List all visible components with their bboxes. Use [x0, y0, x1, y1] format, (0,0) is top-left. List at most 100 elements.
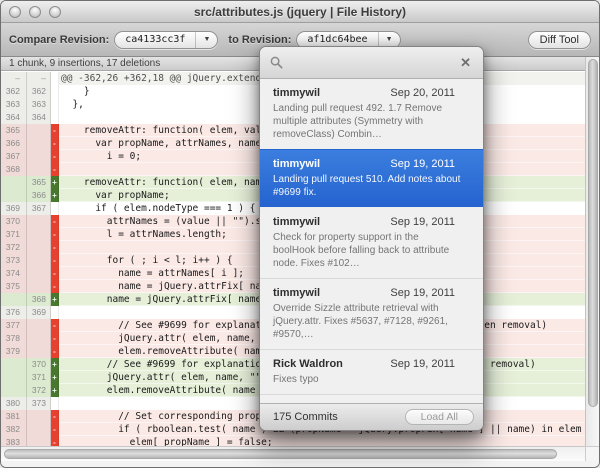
change-marker — [51, 111, 59, 124]
horizontal-scrollbar-thumb[interactable] — [4, 449, 557, 459]
commit-list-item[interactable]: timmywil Sep 19, 2011 Landing pull reque… — [260, 149, 483, 207]
old-line-number: 380 — [1, 397, 27, 410]
commit-message: Override Sizzle attribute retrieval with… — [273, 303, 448, 340]
minimize-window-button[interactable] — [29, 6, 41, 18]
old-line-number: 373 — [1, 254, 27, 267]
change-marker: - — [51, 150, 59, 163]
old-line-number — [1, 176, 27, 189]
old-line-number: 372 — [1, 241, 27, 254]
scrollbar-corner — [585, 446, 599, 461]
popup-search-bar: ✕ — [260, 47, 483, 79]
new-line-number — [27, 423, 51, 436]
new-line-number: 371 — [27, 371, 51, 384]
new-line-number: 366 — [27, 189, 51, 202]
change-marker — [51, 98, 59, 111]
change-marker: - — [51, 163, 59, 176]
commit-list-item[interactable]: Rick Waldron Sep 19, 2011 Add notes abou… — [260, 394, 483, 403]
commit-date: Sep 20, 2011 — [390, 87, 455, 99]
commit-list-item[interactable]: timmywil Sep 19, 2011 Check for property… — [260, 207, 483, 278]
close-window-button[interactable] — [9, 6, 21, 18]
change-marker: - — [51, 410, 59, 423]
new-line-number — [27, 410, 51, 423]
window-bottom-edge — [1, 461, 599, 467]
change-marker: - — [51, 267, 59, 280]
hunk-marker-cell — [51, 72, 59, 85]
change-marker: - — [51, 137, 59, 150]
diff-tool-button[interactable]: Diff Tool — [527, 31, 591, 49]
commit-author: timmywil — [273, 287, 321, 299]
old-line-number — [1, 371, 27, 384]
horizontal-scrollbar[interactable] — [1, 446, 586, 461]
compare-revision-value: ca4133cc3f — [125, 34, 186, 45]
commit-message: Check for property support in the boolHo… — [273, 232, 450, 269]
vertical-scrollbar[interactable] — [585, 57, 599, 448]
old-line-number: 375 — [1, 280, 27, 293]
change-marker: - — [51, 124, 59, 137]
new-line-number: 372 — [27, 384, 51, 397]
diff-summary-text: 1 chunk, 9 insertions, 17 deletions — [9, 58, 161, 69]
old-line-number: 362 — [1, 85, 27, 98]
change-marker: - — [51, 228, 59, 241]
old-line-number — [1, 384, 27, 397]
new-line-number — [27, 280, 51, 293]
load-all-button[interactable]: Load All — [404, 409, 474, 425]
window-title: src/attributes.js (jquery | File History… — [193, 4, 407, 19]
commit-message: Fixes typo — [273, 374, 319, 385]
new-line-number — [27, 267, 51, 280]
search-input[interactable] — [289, 56, 453, 69]
new-line-number — [27, 319, 51, 332]
change-marker: - — [51, 241, 59, 254]
close-icon[interactable]: ✕ — [458, 55, 473, 71]
commit-date: Sep 19, 2011 — [390, 158, 455, 170]
commit-list: timmywil Sep 20, 2011 Landing pull reque… — [260, 79, 483, 403]
old-line-number: 366 — [1, 137, 27, 150]
vertical-scrollbar-thumb[interactable] — [587, 59, 598, 407]
title-bar: src/attributes.js (jquery | File History… — [1, 1, 599, 23]
commit-count: 175 Commits — [273, 411, 338, 423]
commit-list-item[interactable]: Rick Waldron Sep 19, 2011 Fixes typo — [260, 349, 483, 394]
change-marker: + — [51, 176, 59, 189]
new-line-number — [27, 124, 51, 137]
old-line-number — [1, 358, 27, 371]
search-icon — [270, 56, 283, 69]
to-revision-label: to Revision: — [228, 33, 292, 46]
new-line-number — [27, 150, 51, 163]
commit-author: timmywil — [273, 158, 321, 170]
new-line-number: 365 — [27, 176, 51, 189]
change-marker: - — [51, 215, 59, 228]
old-line-number — [1, 293, 27, 306]
new-line-number — [27, 241, 51, 254]
change-marker: - — [51, 254, 59, 267]
change-marker: + — [51, 358, 59, 371]
old-line-number: 378 — [1, 332, 27, 345]
old-line-number — [1, 189, 27, 202]
change-marker: + — [51, 293, 59, 306]
old-line-number: 374 — [1, 267, 27, 280]
change-marker: - — [51, 319, 59, 332]
compare-revision-label: Compare Revision: — [9, 33, 110, 46]
new-line-number: 368 — [27, 293, 51, 306]
commit-history-popup: ✕ timmywil Sep 20, 2011 Landing pull req… — [259, 46, 484, 431]
old-line-number: 364 — [1, 111, 27, 124]
zoom-window-button[interactable] — [49, 6, 61, 18]
new-line-number — [27, 163, 51, 176]
hunk-new-marker: – — [27, 72, 51, 85]
old-line-number: 368 — [1, 163, 27, 176]
old-line-number: 370 — [1, 215, 27, 228]
new-line-number — [27, 137, 51, 150]
compare-revision-dropdown[interactable]: ca4133cc3f ▼ — [114, 30, 219, 49]
change-marker: - — [51, 423, 59, 436]
new-line-number — [27, 228, 51, 241]
commit-list-item[interactable]: timmywil Sep 19, 2011 Override Sizzle at… — [260, 278, 483, 349]
new-line-number: 369 — [27, 306, 51, 319]
chevron-down-icon: ▼ — [195, 31, 217, 48]
new-line-number: 367 — [27, 202, 51, 215]
new-line-number: 373 — [27, 397, 51, 410]
change-marker: - — [51, 345, 59, 358]
commit-list-item[interactable]: timmywil Sep 20, 2011 Landing pull reque… — [260, 79, 483, 149]
change-marker: + — [51, 384, 59, 397]
new-line-number: 363 — [27, 98, 51, 111]
commit-date: Sep 19, 2011 — [390, 216, 455, 228]
commit-message: Landing pull request 510. Add notes abou… — [273, 174, 461, 198]
change-marker: - — [51, 280, 59, 293]
